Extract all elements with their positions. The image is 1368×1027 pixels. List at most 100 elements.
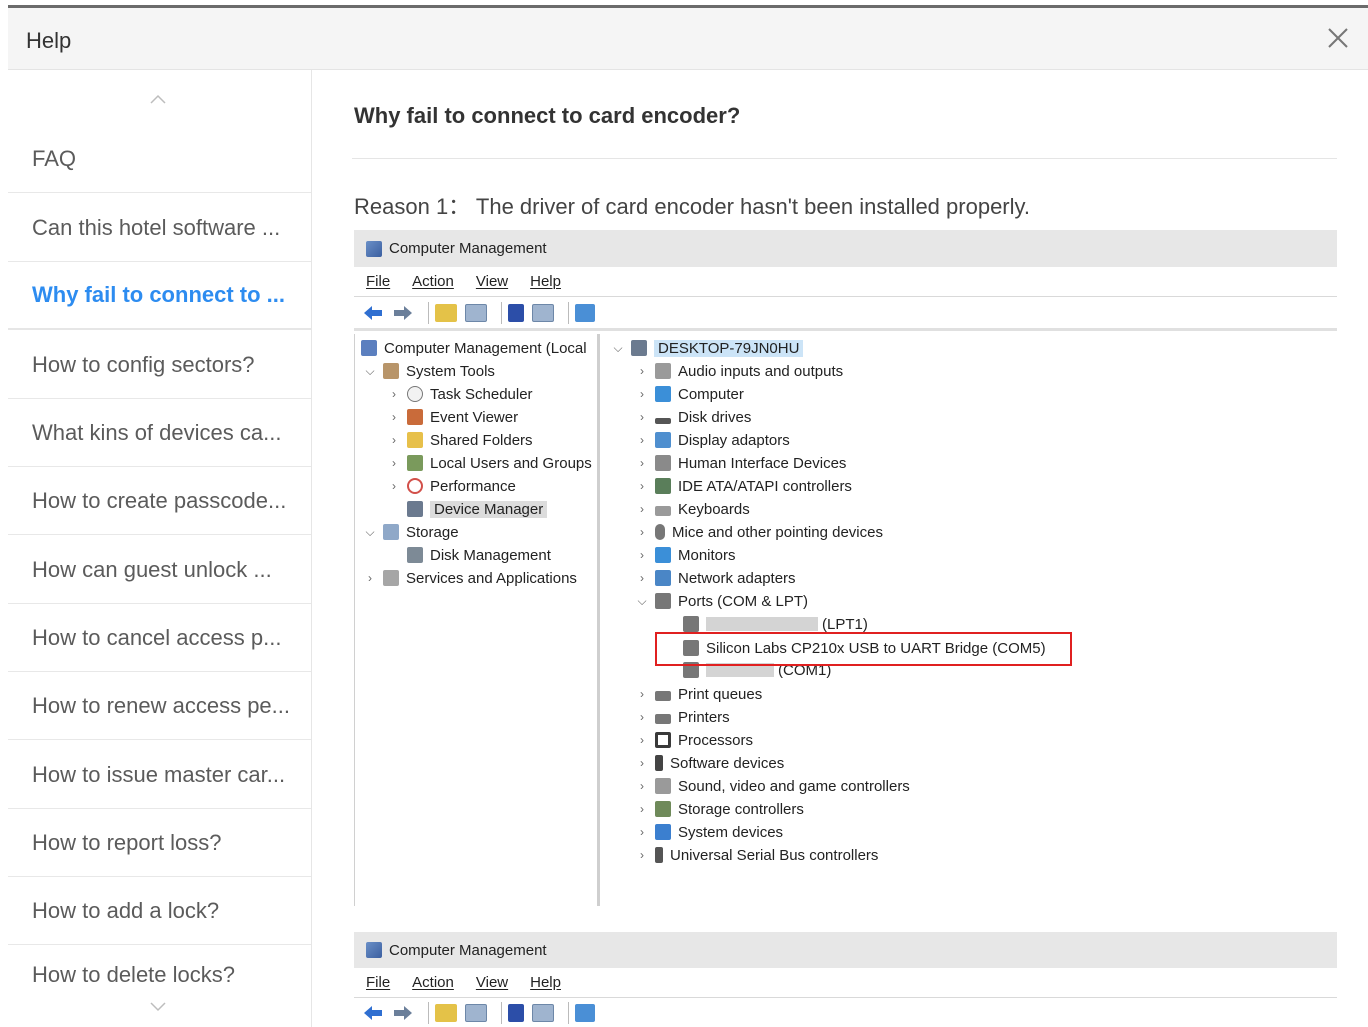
tree-system-tools[interactable]: ⌵ System Tools bbox=[363, 360, 495, 382]
chevron-right-icon[interactable]: › bbox=[635, 710, 649, 724]
device-category[interactable]: › Sound, video and game controllers bbox=[635, 775, 910, 797]
device-category[interactable]: › Computer bbox=[635, 383, 744, 405]
faq-item-cancel-access[interactable]: How to cancel access p... bbox=[8, 604, 311, 672]
close-icon[interactable] bbox=[1322, 22, 1354, 54]
chevron-right-icon[interactable]: › bbox=[635, 848, 649, 862]
tree-root[interactable]: Computer Management (Local bbox=[361, 337, 587, 359]
chevron-right-icon[interactable]: › bbox=[635, 525, 649, 539]
chevron-right-icon[interactable]: › bbox=[387, 387, 401, 401]
faq-item-connect-encoder[interactable]: Why fail to connect to ... bbox=[8, 262, 311, 330]
chevron-down-icon[interactable]: ⌵ bbox=[363, 364, 377, 378]
tools-icon bbox=[383, 363, 399, 379]
chevron-right-icon[interactable]: › bbox=[635, 802, 649, 816]
tree-disk-management[interactable]: Disk Management bbox=[407, 544, 551, 566]
chevron-right-icon[interactable]: › bbox=[635, 502, 649, 516]
tree-performance[interactable]: › Performance bbox=[387, 475, 516, 497]
back-arrow-icon[interactable] bbox=[362, 304, 384, 322]
chevron-right-icon[interactable]: › bbox=[635, 779, 649, 793]
tree-local-users[interactable]: › Local Users and Groups bbox=[387, 452, 592, 474]
device-tree-root[interactable]: ⌵ DESKTOP-79JN0HU bbox=[611, 337, 804, 359]
forward-arrow-icon[interactable] bbox=[392, 1004, 414, 1022]
faq-item-delete-locks[interactable]: How to delete locks? bbox=[8, 946, 311, 988]
menu-action[interactable]: Action bbox=[412, 273, 454, 290]
chevron-down-icon[interactable]: ⌵ bbox=[363, 525, 377, 539]
chevron-right-icon[interactable]: › bbox=[635, 433, 649, 447]
chevron-right-icon[interactable]: › bbox=[363, 571, 377, 585]
tree-event-viewer[interactable]: › Event Viewer bbox=[387, 406, 518, 428]
tree-shared-folders[interactable]: › Shared Folders bbox=[387, 429, 533, 451]
faq-item-master-card[interactable]: How to issue master car... bbox=[8, 741, 311, 809]
cm2-menubar: File Action View Help bbox=[354, 968, 1337, 998]
device-category-ports[interactable]: ⌵ Ports (COM & LPT) bbox=[635, 590, 808, 612]
show-hide-tree-icon[interactable] bbox=[465, 303, 487, 322]
device-category[interactable]: › Network adapters bbox=[635, 567, 796, 589]
menu-file[interactable]: File bbox=[366, 974, 390, 991]
tree-services-apps[interactable]: › Services and Applications bbox=[363, 567, 577, 589]
chevron-right-icon[interactable]: › bbox=[635, 571, 649, 585]
menu-help[interactable]: Help bbox=[530, 273, 561, 290]
chevron-right-icon[interactable]: › bbox=[635, 387, 649, 401]
faq-item-report-loss[interactable]: How to report loss? bbox=[8, 809, 311, 877]
monitor-icon[interactable] bbox=[575, 1004, 595, 1022]
chevron-right-icon[interactable]: › bbox=[635, 410, 649, 424]
chevron-down-icon[interactable]: ⌵ bbox=[611, 341, 625, 355]
menu-help[interactable]: Help bbox=[530, 974, 561, 991]
chevron-right-icon[interactable]: › bbox=[635, 733, 649, 747]
properties-icon[interactable] bbox=[532, 1004, 554, 1022]
faq-item-config-sectors[interactable]: How to config sectors? bbox=[8, 331, 311, 399]
device-category[interactable]: › Mice and other pointing devices bbox=[635, 521, 883, 543]
device-category[interactable]: › Universal Serial Bus controllers bbox=[635, 844, 878, 866]
device-category[interactable]: › Human Interface Devices bbox=[635, 452, 846, 474]
device-category[interactable]: › Software devices bbox=[635, 752, 784, 774]
chevron-right-icon[interactable]: › bbox=[387, 456, 401, 470]
tree-device-manager[interactable]: Device Manager bbox=[407, 498, 548, 520]
device-category[interactable]: › Keyboards bbox=[635, 498, 750, 520]
back-arrow-icon[interactable] bbox=[362, 1004, 384, 1022]
device-category[interactable]: › Printers bbox=[635, 706, 730, 728]
chevron-right-icon[interactable]: › bbox=[635, 548, 649, 562]
menu-view[interactable]: View bbox=[476, 273, 508, 290]
device-category[interactable]: › Disk drives bbox=[635, 406, 751, 428]
chevron-right-icon[interactable]: › bbox=[387, 479, 401, 493]
scroll-up-icon[interactable] bbox=[8, 92, 308, 112]
chevron-right-icon[interactable]: › bbox=[635, 364, 649, 378]
device-category[interactable]: › Monitors bbox=[635, 544, 736, 566]
faq-item-renew-access[interactable]: How to renew access pe... bbox=[8, 672, 311, 740]
up-folder-icon[interactable] bbox=[435, 303, 457, 322]
menu-file[interactable]: File bbox=[366, 273, 390, 290]
clock-icon bbox=[407, 386, 423, 402]
chevron-right-icon[interactable]: › bbox=[387, 433, 401, 447]
menu-view[interactable]: View bbox=[476, 974, 508, 991]
device-category[interactable]: › Processors bbox=[635, 729, 753, 751]
tree-storage[interactable]: ⌵ Storage bbox=[363, 521, 458, 543]
properties-icon[interactable] bbox=[532, 303, 554, 322]
device-category[interactable]: › Print queues bbox=[635, 683, 762, 705]
monitor-icon[interactable] bbox=[575, 303, 595, 322]
device-category[interactable]: › IDE ATA/ATAPI controllers bbox=[635, 475, 852, 497]
faq-item-hotel-software[interactable]: Can this hotel software ... bbox=[8, 194, 311, 262]
computer-icon bbox=[631, 340, 647, 356]
forward-arrow-icon[interactable] bbox=[392, 304, 414, 322]
faq-item-add-lock[interactable]: How to add a lock? bbox=[8, 877, 311, 945]
help-icon[interactable] bbox=[508, 303, 524, 322]
chevron-down-icon[interactable]: ⌵ bbox=[635, 594, 649, 608]
scroll-down-icon[interactable] bbox=[8, 1000, 308, 1020]
device-category[interactable]: › Storage controllers bbox=[635, 798, 804, 820]
chevron-right-icon[interactable]: › bbox=[635, 756, 649, 770]
chevron-right-icon[interactable]: › bbox=[635, 479, 649, 493]
menu-action[interactable]: Action bbox=[412, 974, 454, 991]
device-category[interactable]: › Display adaptors bbox=[635, 429, 790, 451]
chevron-right-icon[interactable]: › bbox=[635, 456, 649, 470]
chevron-right-icon[interactable]: › bbox=[635, 825, 649, 839]
tree-task-scheduler[interactable]: › Task Scheduler bbox=[387, 383, 533, 405]
faq-item-devices[interactable]: What kins of devices ca... bbox=[8, 399, 311, 467]
up-folder-icon[interactable] bbox=[435, 1004, 457, 1022]
chevron-right-icon[interactable]: › bbox=[635, 687, 649, 701]
help-icon[interactable] bbox=[508, 1004, 524, 1022]
faq-item-create-passcode[interactable]: How to create passcode... bbox=[8, 467, 311, 535]
faq-item-guest-unlock[interactable]: How can guest unlock ... bbox=[8, 536, 311, 604]
device-category[interactable]: › Audio inputs and outputs bbox=[635, 360, 843, 382]
device-category[interactable]: › System devices bbox=[635, 821, 783, 843]
show-hide-tree-icon[interactable] bbox=[465, 1004, 487, 1022]
chevron-right-icon[interactable]: › bbox=[387, 410, 401, 424]
